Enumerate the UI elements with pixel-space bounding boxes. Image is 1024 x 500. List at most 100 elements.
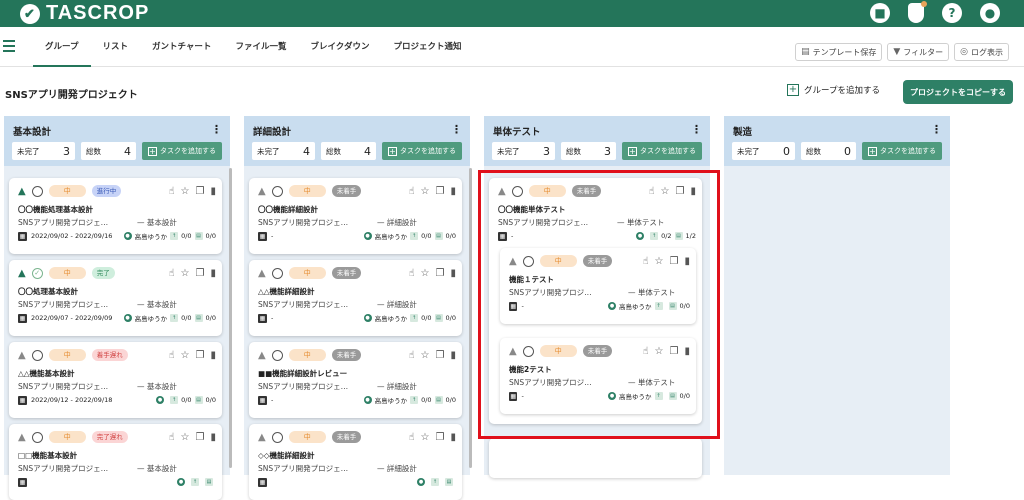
- user-icon[interactable]: ●: [980, 3, 1000, 23]
- complete-checkbox[interactable]: [271, 431, 283, 443]
- star-icon[interactable]: ☆: [421, 350, 430, 361]
- like-icon[interactable]: ☝: [408, 432, 414, 443]
- more-menu-icon[interactable]: ⋮: [451, 123, 462, 136]
- complete-checkbox[interactable]: [31, 185, 43, 197]
- priority-badge[interactable]: 中: [288, 349, 326, 361]
- copy-icon[interactable]: ❐: [196, 350, 205, 361]
- task-card[interactable]: ▲ 中進行中 ☝ ☆ ❐ ▮ 〇〇機能処理基本設計 SNSアプリ開発プロジェ… — 基本設計 ▦ 2…: [9, 178, 222, 254]
- reminder-icon[interactable]: ▲: [18, 186, 26, 197]
- star-icon[interactable]: ☆: [181, 186, 190, 197]
- tab-project-notice[interactable]: プロジェクト通知: [381, 27, 473, 67]
- status-badge[interactable]: 着手遅れ: [91, 349, 128, 361]
- app-logo[interactable]: ✔ TASCROP: [20, 2, 149, 25]
- tab-breakdown[interactable]: ブレイクダウン: [298, 27, 381, 67]
- column-scrollbar[interactable]: [469, 168, 472, 468]
- task-title[interactable]: ■■機能詳細設計レビュー: [258, 368, 347, 379]
- status-badge[interactable]: 完了遅れ: [91, 431, 128, 443]
- bell-icon[interactable]: [908, 1, 927, 23]
- status-badge[interactable]: 完了: [91, 267, 115, 279]
- reminder-icon[interactable]: ▲: [18, 350, 26, 361]
- priority-badge[interactable]: 中: [288, 185, 326, 197]
- task-card[interactable]: ▲ 中着手遅れ ☝ ☆ ❐ ▮ △△機能基本設計 SNSアプリ開発プロジェ… — 基本設計 ▦ 20…: [9, 342, 222, 418]
- reminder-icon[interactable]: ▲: [18, 432, 26, 443]
- task-card[interactable]: ▲ ✓ 中完了 ☝ ☆ ❐ ▮ 〇〇処理基本設計 SNSアプリ開発プロジェ… — 基本設計 ▦ 202…: [9, 260, 222, 336]
- task-card[interactable]: ▲ 中未着手 ☝ ☆ ❐ ▮ 〇〇機能詳細設計 SNSアプリ開発プロジェ… — 詳細設計 ▦ - ● 高…: [249, 178, 462, 254]
- delete-icon[interactable]: ▮: [450, 432, 456, 443]
- log-button[interactable]: ◎ ログ表示: [954, 43, 1009, 61]
- like-icon[interactable]: ☝: [168, 186, 174, 197]
- delete-icon[interactable]: ▮: [210, 186, 216, 197]
- delete-icon[interactable]: ▮: [450, 268, 456, 279]
- star-icon[interactable]: ☆: [421, 432, 430, 443]
- copy-icon[interactable]: ❐: [196, 186, 205, 197]
- like-icon[interactable]: ☝: [168, 268, 174, 279]
- like-icon[interactable]: ☝: [408, 268, 414, 279]
- delete-icon[interactable]: ▮: [450, 186, 456, 197]
- tab-group[interactable]: グループ: [33, 27, 91, 67]
- task-card[interactable]: ▲ 中未着手 ☝ ☆ ❐ ▮ ■■機能詳細設計レビュー SNSアプリ開発プロジェ… — 詳細設計…: [249, 342, 462, 418]
- help-icon[interactable]: ?: [942, 3, 962, 23]
- task-title[interactable]: ◇◇機能詳細設計: [258, 450, 315, 461]
- menu-icon[interactable]: [0, 37, 18, 57]
- task-title[interactable]: 〇〇機能処理基本設計: [18, 204, 93, 215]
- priority-badge[interactable]: 中: [288, 431, 326, 443]
- copy-icon[interactable]: ❐: [436, 350, 445, 361]
- delete-icon[interactable]: ▮: [210, 350, 216, 361]
- filter-button[interactable]: ▼ フィルター: [887, 43, 950, 61]
- copy-icon[interactable]: ❐: [196, 432, 205, 443]
- add-task-button[interactable]: + タスクを追加する: [862, 142, 942, 160]
- add-group-button[interactable]: + グループを追加する: [787, 84, 880, 96]
- delete-icon[interactable]: ▮: [450, 350, 456, 361]
- more-menu-icon[interactable]: ⋮: [211, 123, 222, 136]
- template-save-button[interactable]: ▤ テンプレート保存: [795, 43, 883, 61]
- add-task-button[interactable]: + タスクを追加する: [622, 142, 702, 160]
- star-icon[interactable]: ☆: [181, 432, 190, 443]
- delete-icon[interactable]: ▮: [210, 268, 216, 279]
- task-card[interactable]: [489, 438, 702, 478]
- task-card[interactable]: ▲ 中完了遅れ ☝ ☆ ❐ ▮ □□機能基本設計 SNSアプリ開発プロジェ… — 基本設計 ▦ ● ↑…: [9, 424, 222, 500]
- task-title[interactable]: △△機能基本設計: [18, 368, 75, 379]
- status-badge[interactable]: 未着手: [331, 267, 362, 279]
- priority-badge[interactable]: 中: [48, 185, 86, 197]
- tab-files[interactable]: ファイル一覧: [223, 27, 298, 67]
- star-icon[interactable]: ☆: [421, 268, 430, 279]
- priority-badge[interactable]: 中: [48, 267, 86, 279]
- tab-list[interactable]: リスト: [91, 27, 141, 67]
- like-icon[interactable]: ☝: [408, 350, 414, 361]
- complete-checkbox[interactable]: [271, 185, 283, 197]
- add-task-button[interactable]: + タスクを追加する: [142, 142, 222, 160]
- task-title[interactable]: □□機能基本設計: [18, 450, 77, 461]
- star-icon[interactable]: ☆: [181, 268, 190, 279]
- star-icon[interactable]: ☆: [421, 186, 430, 197]
- copy-icon[interactable]: ❐: [436, 268, 445, 279]
- like-icon[interactable]: ☝: [168, 432, 174, 443]
- trash-icon[interactable]: ■: [870, 3, 890, 23]
- status-badge[interactable]: 進行中: [91, 185, 122, 197]
- status-badge[interactable]: 未着手: [331, 431, 362, 443]
- like-icon[interactable]: ☝: [168, 350, 174, 361]
- copy-icon[interactable]: ❐: [436, 186, 445, 197]
- column-scrollbar[interactable]: [229, 168, 232, 468]
- task-card[interactable]: ▲ 中未着手 ☝ ☆ ❐ ▮ ◇◇機能詳細設計 SNSアプリ開発プロジェ… — 詳細設計 ▦ ● ↑ ▤: [249, 424, 462, 500]
- add-task-button[interactable]: + タスクを追加する: [382, 142, 462, 160]
- reminder-icon[interactable]: ▲: [18, 268, 26, 279]
- copy-icon[interactable]: ❐: [196, 268, 205, 279]
- tab-gantt[interactable]: ガントチャート: [140, 27, 223, 67]
- delete-icon[interactable]: ▮: [210, 432, 216, 443]
- task-title[interactable]: 〇〇機能詳細設計: [258, 204, 318, 215]
- complete-checkbox[interactable]: [31, 349, 43, 361]
- more-menu-icon[interactable]: ⋮: [931, 123, 942, 136]
- star-icon[interactable]: ☆: [181, 350, 190, 361]
- priority-badge[interactable]: 中: [48, 431, 86, 443]
- reminder-icon[interactable]: ▲: [258, 268, 266, 279]
- status-badge[interactable]: 未着手: [331, 349, 362, 361]
- task-card[interactable]: ▲ 中未着手 ☝ ☆ ❐ ▮ △△機能詳細設計 SNSアプリ開発プロジェ… — 詳細設計 ▦ - ● 高…: [249, 260, 462, 336]
- copy-project-button[interactable]: プロジェクトをコピーする: [903, 80, 1013, 104]
- reminder-icon[interactable]: ▲: [258, 350, 266, 361]
- priority-badge[interactable]: 中: [48, 349, 86, 361]
- task-title[interactable]: △△機能詳細設計: [258, 286, 315, 297]
- reminder-icon[interactable]: ▲: [258, 186, 266, 197]
- complete-checkbox[interactable]: [31, 431, 43, 443]
- priority-badge[interactable]: 中: [288, 267, 326, 279]
- like-icon[interactable]: ☝: [408, 186, 414, 197]
